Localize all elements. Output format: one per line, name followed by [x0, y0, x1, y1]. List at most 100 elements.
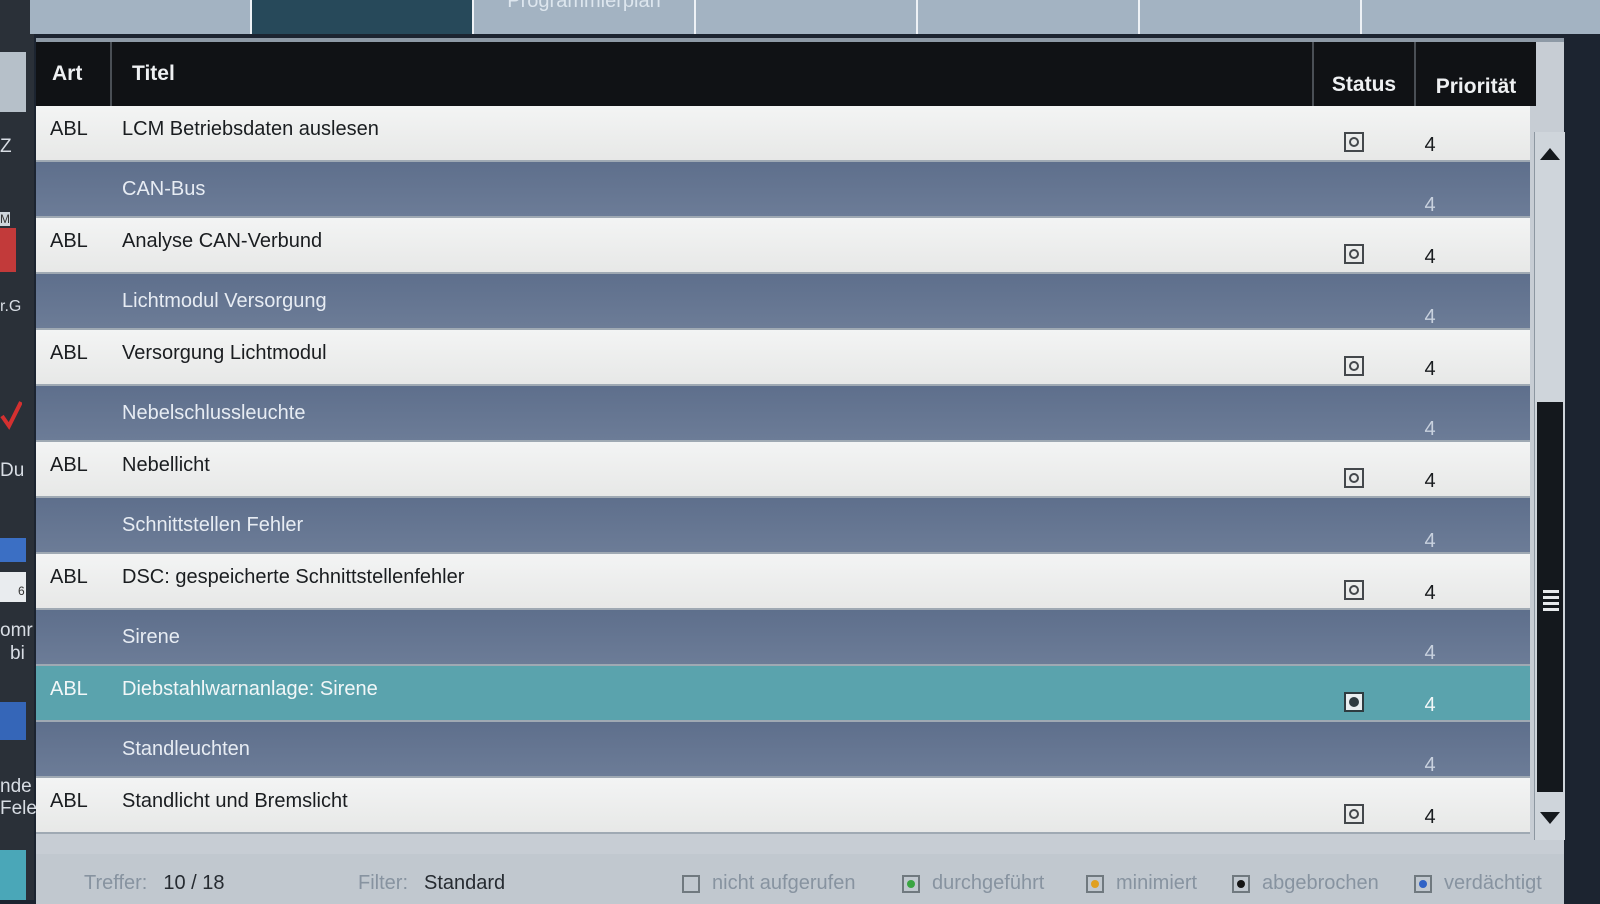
background-fragment-text: M — [0, 212, 10, 226]
cell-prioritaet: 4 — [1424, 134, 1436, 156]
cell-art: ABL — [50, 230, 88, 252]
cell-prioritaet: 4 — [1424, 806, 1436, 828]
cell-titel: DSC: gespeicherte Schnittstellenfehler — [122, 566, 465, 588]
filter-label: Filter: — [358, 872, 408, 894]
status-checkbox-icon[interactable] — [1344, 356, 1364, 376]
legend-label: nicht aufgerufen — [712, 872, 856, 894]
group-row[interactable]: CAN-Bus 4 — [36, 162, 1530, 218]
scroll-down-button[interactable] — [1537, 798, 1563, 838]
cell-titel: Lichtmodul Versorgung — [122, 290, 327, 312]
column-header-status[interactable]: Status — [1312, 42, 1416, 106]
status-empty-icon — [682, 874, 700, 893]
cell-prioritaet: 4 — [1424, 246, 1436, 268]
legend-nicht-aufgerufen: nicht aufgerufen — [682, 872, 855, 895]
table-row[interactable]: ABL Analyse CAN-Verbund 4 — [36, 218, 1530, 274]
treffer-info: Treffer: 10 / 18 — [84, 872, 225, 895]
table-row[interactable]: ABL Versorgung Lichtmodul 4 — [36, 330, 1530, 386]
test-plan-list: ABL LCM Betriebsdaten auslesen 4 CAN-Bus 4 AB… — [36, 106, 1530, 834]
tab-2[interactable] — [252, 0, 474, 34]
cell-prioritaet: 4 — [1424, 582, 1436, 604]
background-fragment-text: r.G — [0, 298, 22, 315]
cell-titel: Sirene — [122, 626, 180, 648]
status-suspected-icon — [1414, 874, 1432, 893]
cell-prioritaet: 4 — [1424, 694, 1436, 716]
table-header: Art Titel Status Priorität — [36, 42, 1536, 106]
status-aborted-icon — [1232, 874, 1250, 893]
cell-prioritaet: 4 — [1424, 418, 1436, 440]
cell-art: ABL — [50, 342, 88, 364]
status-dot — [1349, 249, 1359, 259]
background-window-edge: Z M r.G Du 6 omr bi nde Fele — [0, 0, 37, 900]
background-fragment-text: Z — [0, 136, 12, 157]
test-plan-panel: Art Titel Status Priorität ABL LCM Betrie… — [36, 38, 1565, 904]
table-row[interactable]: ABL LCM Betriebsdaten auslesen 4 — [36, 106, 1530, 162]
status-dot — [1349, 697, 1359, 707]
cell-art: ABL — [50, 790, 88, 812]
tab-bar: Programmierplan — [30, 0, 1600, 34]
cell-titel: Diebstahlwarnanlage: Sirene — [122, 678, 378, 700]
cell-prioritaet: 4 — [1424, 530, 1436, 552]
tab-4[interactable] — [696, 0, 918, 34]
column-header-titel[interactable]: Titel — [114, 42, 1312, 106]
cell-titel: Analyse CAN-Verbund — [122, 230, 323, 252]
background-fragment-text: 6 — [18, 584, 25, 598]
cell-titel: LCM Betriebsdaten auslesen — [122, 118, 379, 140]
legend-label: durchgeführt — [932, 872, 1045, 894]
vertical-scrollbar[interactable] — [1534, 132, 1565, 840]
status-checkbox-icon[interactable] — [1344, 580, 1364, 600]
cell-art: ABL — [50, 118, 88, 140]
tab-7[interactable] — [1362, 0, 1600, 34]
column-header-art[interactable]: Art — [36, 42, 112, 106]
treffer-value: 10 / 18 — [163, 872, 225, 894]
legend-abgebrochen: abgebrochen — [1232, 872, 1379, 895]
arrow-down-icon — [1540, 812, 1560, 824]
legend-durchgefuehrt: durchgeführt — [902, 872, 1044, 895]
tab-programmierplan[interactable]: Programmierplan — [474, 0, 696, 34]
status-checkbox-icon[interactable] — [1344, 804, 1364, 824]
status-done-icon — [902, 874, 920, 893]
background-fragment — [0, 228, 16, 272]
group-row[interactable]: Standleuchten 4 — [36, 722, 1530, 778]
tab-5[interactable] — [918, 0, 1140, 34]
background-fragment — [0, 850, 26, 900]
status-checkbox-icon[interactable] — [1344, 468, 1364, 488]
legend-label: minimiert — [1116, 872, 1198, 894]
filter-value[interactable]: Standard — [424, 872, 505, 895]
tab-1[interactable] — [30, 0, 252, 34]
status-dot — [1349, 361, 1359, 371]
cell-titel: Schnittstellen Fehler — [122, 514, 304, 536]
cell-art: ABL — [50, 678, 88, 700]
cell-prioritaet: 4 — [1424, 754, 1436, 776]
legend-label: abgebrochen — [1262, 872, 1379, 894]
group-row[interactable]: Sirene 4 — [36, 610, 1530, 666]
column-header-prioritaet[interactable]: Priorität — [1416, 42, 1536, 106]
table-row[interactable]: ABL DSC: gespeicherte Schnittstellenfehle… — [36, 554, 1530, 610]
status-checkbox-icon[interactable] — [1344, 244, 1364, 264]
group-row[interactable]: Schnittstellen Fehler 4 — [36, 498, 1530, 554]
cell-titel: Nebelschlussleuchte — [122, 402, 306, 424]
status-dot — [1349, 585, 1359, 595]
cell-prioritaet: 4 — [1424, 642, 1436, 664]
background-fragment-text: Du — [0, 460, 25, 481]
red-check-icon — [0, 398, 23, 432]
cell-titel: Standlicht und Bremslicht — [122, 790, 348, 812]
cell-prioritaet: 4 — [1424, 470, 1436, 492]
background-fragment — [0, 538, 26, 562]
status-checkbox-icon[interactable] — [1344, 132, 1364, 152]
tab-6[interactable] — [1140, 0, 1362, 34]
status-checkbox-icon[interactable] — [1344, 692, 1364, 712]
table-row[interactable]: ABL Nebellicht 4 — [36, 442, 1530, 498]
group-row[interactable]: Nebelschlussleuchte 4 — [36, 386, 1530, 442]
scroll-thumb[interactable] — [1537, 402, 1563, 792]
tab-label: Programmierplan — [507, 0, 661, 12]
scroll-up-button[interactable] — [1537, 134, 1563, 174]
status-footer: Treffer: 10 / 18 Filter: Standard nicht … — [36, 854, 1564, 904]
table-row[interactable]: ABL Diebstahlwarnanlage: Sirene 4 — [36, 666, 1530, 722]
cell-titel: CAN-Bus — [122, 178, 206, 200]
cell-art: ABL — [50, 454, 88, 476]
filter-info: Filter: Standard — [358, 872, 505, 895]
table-row[interactable]: ABL Standlicht und Bremslicht 4 — [36, 778, 1530, 834]
background-fragment — [0, 52, 26, 112]
group-row[interactable]: Lichtmodul Versorgung 4 — [36, 274, 1530, 330]
legend-minimiert: minimiert — [1086, 872, 1197, 895]
